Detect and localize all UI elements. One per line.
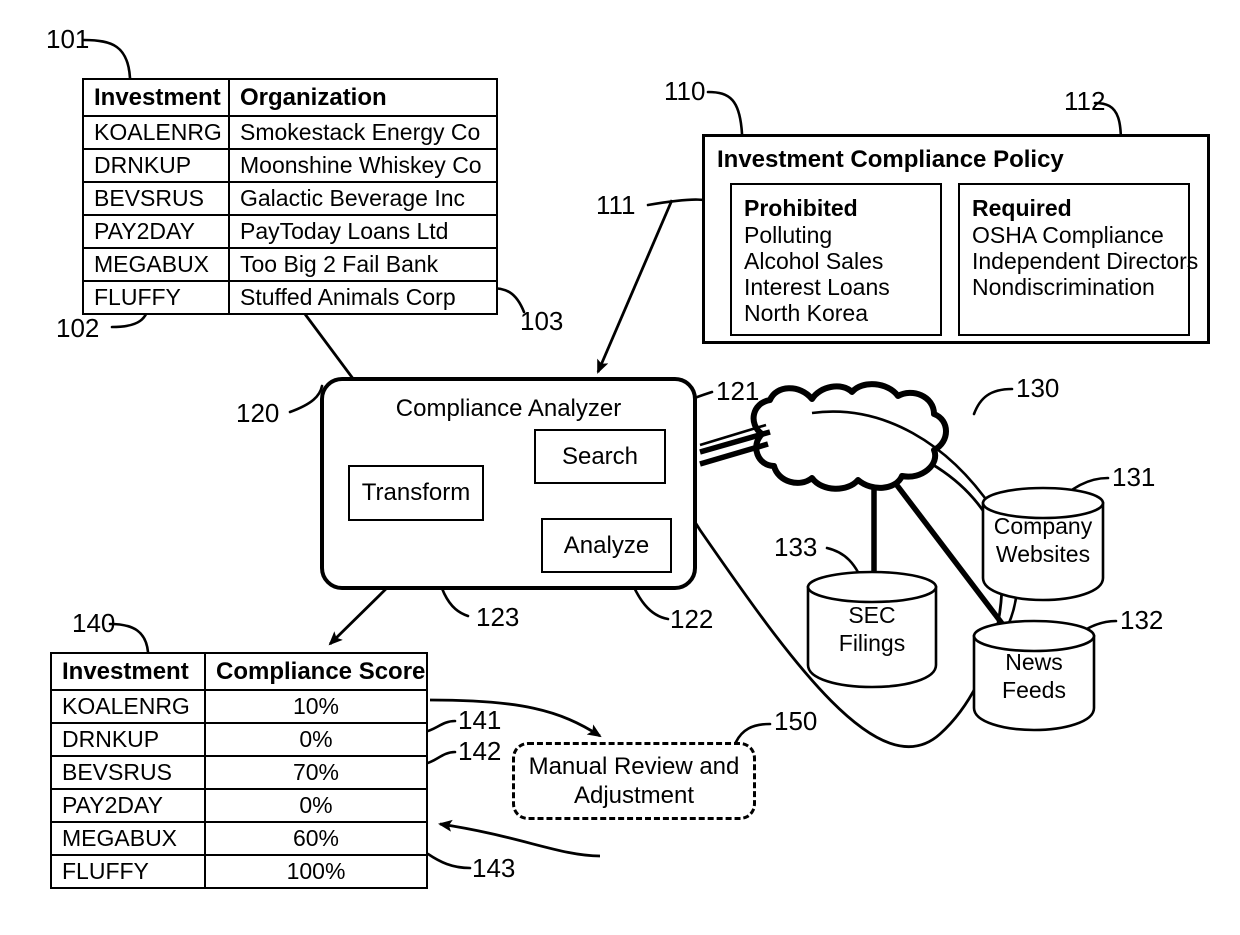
policy-required-item: Nondiscrimination (972, 274, 1155, 300)
leader-120 (288, 384, 324, 414)
ref-102: 102 (56, 313, 100, 343)
search-block: Search (534, 429, 666, 484)
table-row: DRNKUP 0% (50, 722, 428, 757)
ref-140: 140 (72, 608, 116, 638)
cylinder-sec-filings (806, 570, 938, 689)
table-row: PAY2DAY PayToday Loans Ltd (82, 214, 498, 249)
ref-112: 112 (1064, 86, 1106, 116)
ref-143: 143 (472, 853, 516, 883)
cell-investment: FLUFFY (50, 854, 206, 889)
policy-required-heading: Required (972, 195, 1072, 221)
ref-120: 120 (236, 398, 280, 428)
leader-140 (108, 622, 150, 654)
analyze-block: Analyze (541, 518, 672, 573)
policy-prohibited-item: Interest Loans (744, 274, 890, 300)
leader-101 (82, 38, 132, 80)
ref-130: 130 (1016, 373, 1060, 403)
policy-prohibited-item: North Korea (744, 300, 869, 326)
table-row: FLUFFY 100% (50, 854, 428, 889)
cell-compliance-score: 0% (204, 788, 428, 823)
leader-130 (972, 387, 1014, 416)
column-header-investment: Investment (82, 78, 230, 117)
table-row: BEVSRUS 70% (50, 755, 428, 790)
investment-organization-table: Investment Organization KOALENRG Smokest… (82, 78, 498, 315)
ref-101: 101 (46, 24, 90, 54)
leader-150 (734, 722, 772, 744)
ref-131: 131 (1112, 462, 1156, 492)
cell-compliance-score: 70% (204, 755, 428, 790)
ref-111: 111 (596, 190, 636, 220)
policy-required-box: Required OSHA Compliance Independent Dir… (958, 183, 1199, 336)
column-header-investment: Investment (50, 652, 206, 691)
policy-title: Investment Compliance Policy (717, 146, 1064, 173)
manual-review-line2: Adjustment (573, 782, 695, 809)
column-header-compliance-score: Compliance Score (204, 652, 428, 691)
column-header-organization: Organization (228, 78, 498, 117)
cell-investment: BEVSRUS (50, 755, 206, 790)
cell-organization: Too Big 2 Fail Bank (228, 247, 498, 282)
policy-required-item: Independent Directors (972, 248, 1199, 274)
ref-141: 141 (458, 705, 502, 735)
cell-investment: DRNKUP (82, 148, 230, 183)
compliance-score-table: Investment Compliance Score KOALENRG 10%… (50, 652, 428, 889)
patent-figure: 101 102 103 110 111 112 120 121 122 123 … (0, 0, 1240, 935)
ref-121: 121 (716, 376, 760, 406)
policy-prohibited-item: Polluting (744, 222, 833, 248)
policy-required-item: OSHA Compliance (972, 222, 1164, 248)
table-row: KOALENRG Smokestack Energy Co (82, 115, 498, 150)
cell-investment: BEVSRUS (82, 181, 230, 216)
policy-prohibited-box: Prohibited Polluting Alcohol Sales Inter… (730, 183, 942, 336)
cell-investment: PAY2DAY (50, 788, 206, 823)
arrow-scores-to-review (429, 698, 602, 738)
cell-organization: PayToday Loans Ltd (228, 214, 498, 249)
cylinder-company-websites (981, 486, 1105, 602)
ref-150: 150 (774, 706, 818, 736)
table-header-row: Investment Organization (82, 78, 498, 117)
cell-investment: KOALENRG (82, 115, 230, 150)
leader-143 (426, 852, 472, 870)
manual-review-line1: Manual Review and (528, 753, 740, 780)
ref-110: 110 (664, 76, 706, 106)
leader-142 (422, 750, 457, 766)
table-row: FLUFFY Stuffed Animals Corp (82, 280, 498, 315)
cell-organization: Stuffed Animals Corp (228, 280, 498, 315)
leader-141 (422, 719, 457, 734)
ref-122: 122 (670, 604, 714, 634)
manual-review-box: Manual Review and Adjustment (512, 742, 756, 820)
transform-block: Transform (348, 465, 484, 521)
cell-investment: FLUFFY (82, 280, 230, 315)
ref-142: 142 (458, 736, 502, 766)
cell-organization: Galactic Beverage Inc (228, 181, 498, 216)
policy-prohibited-item: Alcohol Sales (744, 248, 884, 274)
policy-prohibited-heading: Prohibited (744, 195, 858, 221)
ref-132: 132 (1120, 605, 1164, 635)
arrow-policy-to-analyzer (596, 199, 674, 374)
cell-compliance-score: 100% (204, 854, 428, 889)
ref-123: 123 (476, 602, 520, 632)
table-row: BEVSRUS Galactic Beverage Inc (82, 181, 498, 216)
cell-investment: DRNKUP (50, 722, 206, 757)
table-row: MEGABUX Too Big 2 Fail Bank (82, 247, 498, 282)
table-row: KOALENRG 10% (50, 689, 428, 724)
cell-investment: MEGABUX (50, 821, 206, 856)
analyzer-title: Compliance Analyzer (395, 395, 622, 422)
cylinder-news-feeds (972, 619, 1096, 732)
table-header-row: Investment Compliance Score (50, 652, 428, 691)
cell-organization: Moonshine Whiskey Co (228, 148, 498, 183)
table-row: MEGABUX 60% (50, 821, 428, 856)
cell-investment: PAY2DAY (82, 214, 230, 249)
arrow-review-to-scores (438, 819, 601, 858)
table-row: DRNKUP Moonshine Whiskey Co (82, 148, 498, 183)
cell-investment: KOALENRG (50, 689, 206, 724)
table-row: PAY2DAY 0% (50, 788, 428, 823)
ref-133: 133 (774, 532, 818, 562)
leader-110 (706, 90, 744, 136)
cell-compliance-score: 10% (204, 689, 428, 724)
cell-compliance-score: 0% (204, 722, 428, 757)
investment-compliance-policy-box: Investment Compliance Policy Prohibited … (702, 134, 1210, 344)
cell-investment: MEGABUX (82, 247, 230, 282)
cell-organization: Smokestack Energy Co (228, 115, 498, 150)
cell-compliance-score: 60% (204, 821, 428, 856)
ref-103: 103 (520, 306, 564, 336)
